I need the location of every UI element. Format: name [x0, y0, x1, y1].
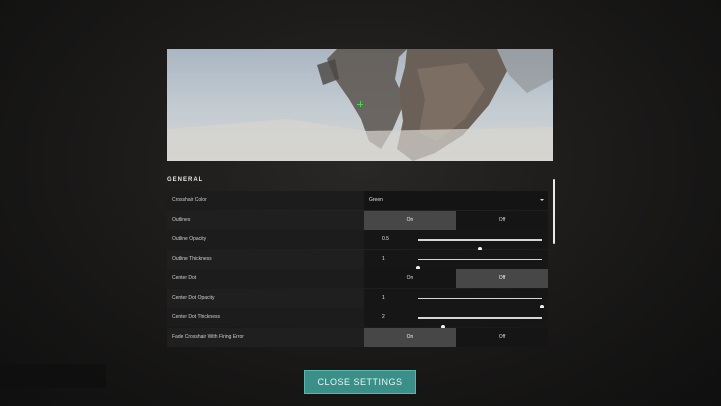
- toggle-on-button[interactable]: On: [364, 210, 456, 230]
- slider-value: 1: [382, 294, 385, 301]
- setting-label: Fade Crosshair With Firing Error: [172, 333, 244, 340]
- setting-label: Center Dot Thickness: [172, 314, 220, 320]
- section-title: GENERAL: [167, 177, 204, 183]
- setting-row-outline-thickness: Outline Thickness 1: [167, 249, 548, 270]
- center-dot-thickness-slider: 2: [364, 308, 548, 329]
- setting-label: Outline Thickness: [172, 255, 212, 262]
- setting-label: Center Dot Opacity: [172, 294, 215, 301]
- slider-track[interactable]: [418, 239, 542, 251]
- setting-row-outline-opacity: Outline Opacity 0.5: [167, 230, 548, 251]
- crosshair-icon: [357, 101, 363, 107]
- toggle-off-button[interactable]: Off: [456, 269, 548, 288]
- setting-row-center-dot-opacity: Center Dot Opacity 1: [167, 288, 548, 309]
- setting-row-fade-crosshair: Fade Crosshair With Firing Error On Off: [167, 327, 548, 347]
- fade-crosshair-toggle: On Off: [364, 327, 548, 347]
- crosshair-color-dropdown[interactable]: Green: [364, 191, 548, 210]
- background-panel: [0, 364, 106, 388]
- slider-track[interactable]: [416, 258, 542, 270]
- toggle-on-button[interactable]: On: [364, 269, 456, 288]
- center-dot-toggle: On Off: [364, 269, 548, 288]
- slider-value: 0.5: [382, 236, 389, 242]
- toggle-off-button[interactable]: Off: [456, 327, 548, 347]
- setting-row-crosshair-color: Crosshair Color Green: [167, 191, 548, 210]
- dropdown-value: Green: [369, 197, 383, 203]
- toggle-off-button[interactable]: Off: [456, 210, 548, 230]
- chevron-down-icon: [540, 199, 544, 201]
- setting-label: Outlines: [172, 216, 191, 223]
- scrollbar[interactable]: [553, 179, 555, 244]
- setting-row-center-dot-thickness: Center Dot Thickness 2: [167, 308, 548, 329]
- setting-row-outlines: Outlines On Off: [167, 210, 548, 230]
- center-dot-opacity-slider: 1: [364, 288, 548, 309]
- slider-value: 1: [382, 255, 385, 262]
- outline-opacity-slider: 0.5: [364, 230, 548, 251]
- setting-label: Center Dot: [172, 275, 197, 281]
- outline-thickness-slider: 1: [364, 249, 548, 270]
- slider-value: 2: [382, 314, 385, 320]
- outlines-toggle: On Off: [364, 210, 548, 230]
- crosshair-preview: [167, 49, 553, 161]
- setting-label: Crosshair Color: [172, 197, 207, 203]
- close-settings-button[interactable]: CLOSE SETTINGS: [304, 370, 416, 394]
- setting-row-center-dot: Center Dot On Off: [167, 269, 548, 288]
- slider-track[interactable]: [418, 297, 544, 309]
- slider-track[interactable]: [418, 317, 542, 329]
- setting-label: Outline Opacity: [172, 236, 207, 242]
- settings-list: Crosshair Color Green Outlines On Off Ou…: [167, 191, 548, 347]
- toggle-on-button[interactable]: On: [364, 327, 456, 347]
